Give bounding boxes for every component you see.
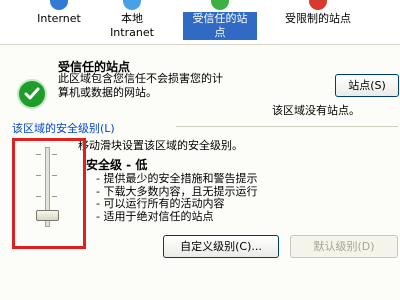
custom-level-button[interactable]: 自定义级别(C)...: [163, 235, 279, 258]
zone-description-line-2: 算机或数据的网站。: [58, 86, 157, 99]
security-level-title: 安全级 - 低: [86, 158, 148, 172]
zone-local-intranet[interactable]: 本地 Intranet: [100, 0, 164, 42]
slider-tick: [52, 175, 57, 176]
check-icon: [211, 0, 229, 10]
slider-tick: [52, 154, 57, 155]
slider-tick: [52, 196, 57, 197]
zone-restricted-sites[interactable]: 受限制的站点: [270, 0, 366, 42]
slider-tick: [36, 196, 41, 197]
check-icon: [17, 79, 47, 109]
list-item: - 适用于绝对信任的站点: [96, 209, 214, 223]
no-sites-text: 该区域没有站点。: [272, 104, 360, 117]
zone-internet[interactable]: Internet: [28, 0, 90, 42]
slider-tick: [36, 154, 41, 155]
default-level-button[interactable]: 默认级别(D): [290, 235, 398, 258]
group-divider: [176, 126, 398, 127]
zone-description: 此区域包含您信任不会损害您的计 算机或数据的网站。: [58, 72, 223, 100]
zone-description-line-1: 此区域包含您信任不会损害您的计: [58, 72, 223, 85]
security-level-group-label: 该区域的安全级别(L): [12, 122, 115, 135]
zone-list: Internet 本地 Intranet 受信任的站 点 受限制的站点: [0, 0, 400, 45]
move-slider-instruction: 移动滑块设置该区域的安全级别。: [78, 139, 243, 152]
no-entry-icon: [309, 0, 327, 10]
intranet-icon: [123, 0, 141, 10]
security-slider-thumb[interactable]: [36, 210, 59, 221]
zone-trusted-sites[interactable]: 受信任的站 点: [183, 0, 257, 42]
globe-icon: [50, 0, 68, 10]
zone-label-internet: Internet: [37, 12, 81, 25]
zone-label-intranet: 本地 Intranet: [110, 12, 154, 39]
zone-label-trusted: 受信任的站 点: [183, 12, 257, 40]
slider-tick: [36, 175, 41, 176]
sites-button[interactable]: 站点(S): [335, 74, 399, 97]
list-item: - 可以运行所有的活动内容: [96, 197, 225, 210]
level-description-list: - 提供最少的安全措施和警告提示 - 下载大多数内容，且无提示运行 - 可以运行…: [96, 172, 258, 223]
list-item: - 提供最少的安全措施和警告提示: [96, 172, 258, 185]
zone-label-restricted: 受限制的站点: [285, 12, 351, 25]
